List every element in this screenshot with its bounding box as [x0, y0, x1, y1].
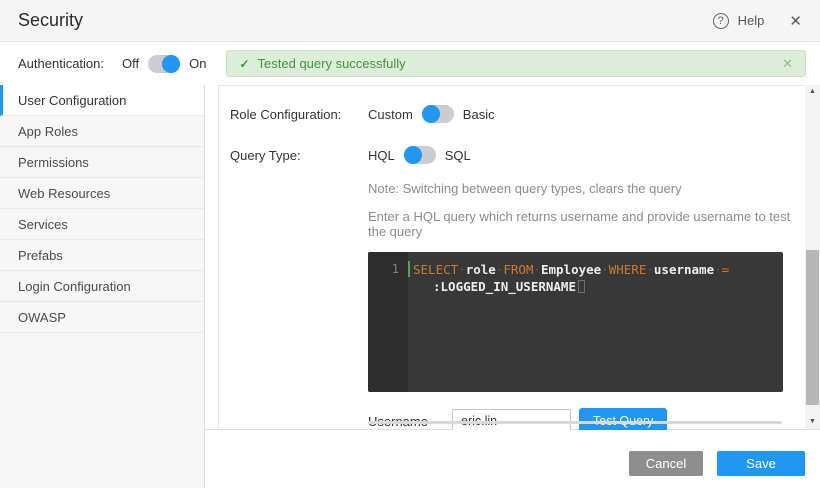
success-banner: ✓ Tested query successfully ✕ — [226, 50, 806, 77]
dialog-footer: Cancel Save — [205, 430, 820, 488]
sidebar-item-prefabs[interactable]: Prefabs — [0, 240, 204, 271]
editor-caret — [578, 280, 585, 293]
whitespace-dot: · — [646, 262, 654, 277]
role-custom-label[interactable]: Custom — [368, 107, 413, 122]
banner-close-icon[interactable]: ✕ — [782, 56, 793, 72]
content-gap — [205, 85, 218, 429]
cancel-button[interactable]: Cancel — [629, 451, 703, 476]
dialog-body: User Configuration App Roles Permissions… — [0, 85, 820, 488]
query-type-toggle[interactable] — [404, 146, 436, 164]
code-line: SELECT·role·FROM·Employee·WHERE·username… — [413, 261, 777, 278]
query-hql-label[interactable]: HQL — [368, 148, 395, 163]
sidebar-item-permissions[interactable]: Permissions — [0, 147, 204, 178]
scrollbar-thumb[interactable] — [806, 250, 819, 405]
content-column: Role Configuration: Custom Basic Query T… — [205, 85, 820, 488]
close-icon[interactable]: ✕ — [789, 12, 802, 30]
scroll-down-icon[interactable]: ▼ — [809, 418, 816, 426]
sidebar: User Configuration App Roles Permissions… — [0, 85, 205, 488]
query-type-label: Query Type: — [230, 148, 368, 163]
sidebar-item-web-resources[interactable]: Web Resources — [0, 178, 204, 209]
role-basic-label[interactable]: Basic — [463, 107, 495, 122]
save-button[interactable]: Save — [717, 451, 805, 476]
code-line: :LOGGED_IN_USERNAME — [413, 278, 777, 295]
whitespace-dot: · — [533, 262, 541, 277]
help-icon[interactable]: ? — [713, 13, 729, 29]
success-message: Tested query successfully — [258, 56, 406, 71]
scroll-up-icon[interactable]: ▲ — [809, 88, 816, 96]
sidebar-item-owasp[interactable]: OWASP — [0, 302, 204, 333]
role-configuration-toggle[interactable] — [422, 105, 454, 123]
check-icon: ✓ — [239, 57, 249, 71]
whitespace-dot: · — [601, 262, 609, 277]
whitespace-dot: · — [458, 262, 466, 277]
role-configuration-row: Role Configuration: Custom Basic — [230, 99, 805, 129]
header-actions: ? Help ✕ — [713, 12, 802, 30]
user-configuration-form: Role Configuration: Custom Basic Query T… — [218, 85, 805, 429]
vcs-change-bar — [408, 261, 410, 277]
editor-code[interactable]: SELECT·role·FROM·Employee·WHERE·username… — [408, 252, 783, 392]
sidebar-item-login-configuration[interactable]: Login Configuration — [0, 271, 204, 302]
query-code-editor[interactable]: 1 SELECT·role·FROM·Employee·WHERE·userna… — [368, 252, 783, 392]
role-configuration-label: Role Configuration: — [230, 107, 368, 122]
toggle-knob — [162, 55, 180, 73]
help-link[interactable]: Help — [738, 13, 765, 28]
horizontal-scrollbar[interactable] — [368, 421, 782, 424]
query-instruction: Enter a HQL query which returns username… — [368, 209, 805, 239]
authentication-toggle[interactable] — [148, 55, 180, 73]
query-type-row: Query Type: HQL SQL — [230, 140, 805, 170]
query-sql-label[interactable]: SQL — [445, 148, 471, 163]
toggle-knob — [404, 146, 422, 164]
vertical-scrollbar[interactable]: ▲ ▼ — [805, 85, 820, 429]
dialog-header: Security ? Help ✕ — [0, 0, 820, 42]
authentication-on-label[interactable]: On — [189, 56, 206, 71]
query-type-note: Note: Switching between query types, cle… — [368, 181, 805, 196]
footer-buttons: Cancel Save — [629, 451, 805, 476]
sidebar-item-services[interactable]: Services — [0, 209, 204, 240]
toggle-knob — [422, 105, 440, 123]
editor-line-number: 1 — [368, 252, 408, 392]
authentication-label: Authentication: — [18, 56, 104, 71]
page-title: Security — [18, 10, 83, 31]
whitespace-dot: · — [714, 262, 722, 277]
authentication-off-label[interactable]: Off — [122, 56, 139, 71]
authentication-row: Authentication: Off On ✓ Tested query su… — [0, 42, 820, 85]
content-panel: Role Configuration: Custom Basic Query T… — [205, 85, 820, 430]
sidebar-item-app-roles[interactable]: App Roles — [0, 116, 204, 147]
security-dialog: Security ? Help ✕ Authentication: Off On… — [0, 0, 820, 488]
sidebar-item-user-configuration[interactable]: User Configuration — [0, 85, 204, 116]
